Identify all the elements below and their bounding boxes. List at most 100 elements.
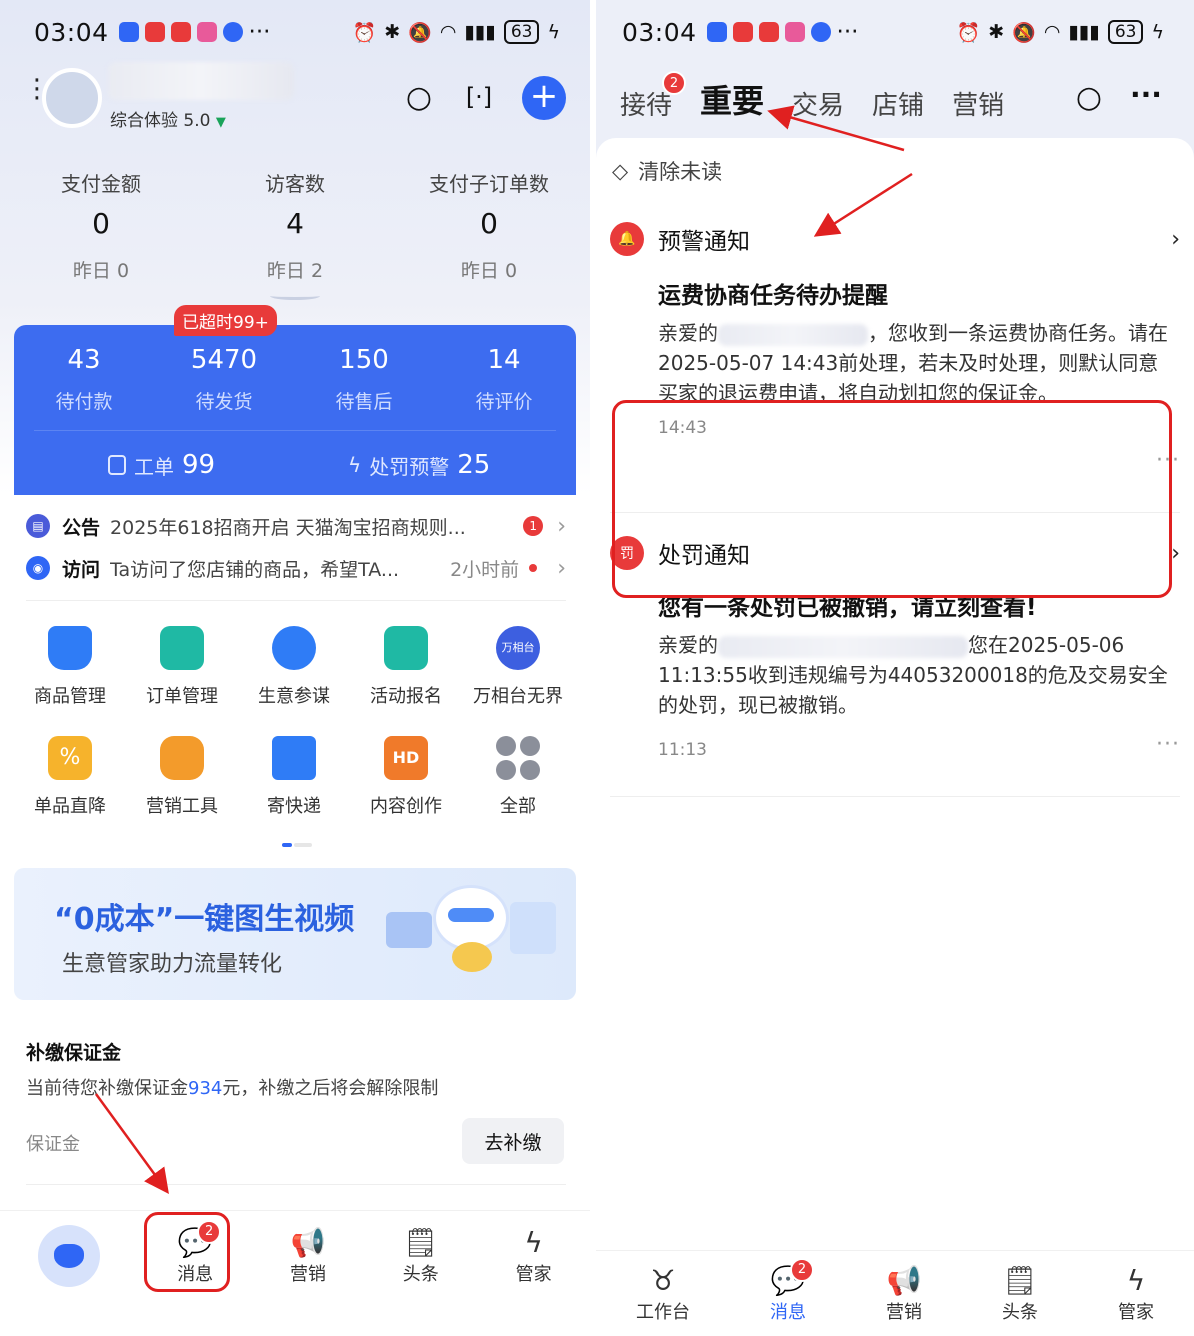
tool-marketing-tools[interactable]: 营销工具: [126, 736, 238, 818]
system-icons: ⏰ ✱ 🔕 ◠ ▮▮▮ 63 ϟ: [353, 20, 560, 44]
mascot-illustration: [376, 882, 556, 992]
signal-icon: ▮▮▮: [464, 21, 496, 43]
nav-workbench[interactable]: ♉ 工作台: [636, 1264, 690, 1324]
eye-icon: ◉: [26, 556, 50, 580]
bluetooth-icon: ✱: [384, 21, 401, 43]
notice-announcement[interactable]: ▤ 公告 2025年618招商开启 天猫淘宝招商规则... 1 ›: [26, 510, 566, 542]
scan-icon[interactable]: [·]: [456, 74, 502, 120]
workorder-entry[interactable]: 工单 99: [108, 450, 215, 480]
edit-form-icon: [384, 626, 428, 670]
tool-send-express[interactable]: 寄快递: [238, 736, 350, 818]
lightning-icon: ϟ: [524, 1225, 543, 1259]
tab-important[interactable]: 重要: [700, 76, 764, 122]
hd-video-icon: HD: [384, 736, 428, 780]
stat-pay-amount[interactable]: 支付金额 0 昨日 0: [6, 168, 196, 283]
bottom-navigation: ♉ 工作台 💬 消息 2 📢 营销 🗒 头条 ϟ 管家: [596, 1250, 1194, 1336]
system-icons: ⏰ ✱ 🔕 ◠ ▮▮▮ 63 ϟ: [957, 20, 1164, 44]
order-stat-pending-review[interactable]: 14 待评价: [434, 345, 574, 414]
banner-title: “0成本”一键图生视频: [54, 902, 355, 937]
nav-butler[interactable]: ϟ 管家: [516, 1226, 552, 1286]
notice-visit[interactable]: ◉ 访问 Ta访问了您店铺的商品，希望TA... 2小时前 ›: [26, 552, 566, 584]
tool-activity-signup[interactable]: 活动报名: [350, 626, 462, 708]
deposit-label: 保证金: [26, 1134, 80, 1155]
stat-sub-orders[interactable]: 支付子订单数 0 昨日 0: [394, 168, 584, 283]
redacted-name: [718, 635, 968, 658]
reception-badge: 2: [662, 71, 687, 95]
promo-banner[interactable]: “0成本”一键图生视频 生意管家助力流量转化: [14, 868, 576, 1000]
message-more-icon[interactable]: ···: [1156, 732, 1180, 757]
search-icon[interactable]: ○: [396, 74, 442, 120]
message-body: 亲爱的 您在2025-05-06 11:13:55收到违规编号为440532000…: [658, 633, 1168, 717]
hexagon-icon: [160, 736, 204, 780]
nav-messages[interactable]: 💬 消息 2: [770, 1257, 814, 1324]
order-stat-after-sale[interactable]: 150 待售后: [294, 345, 434, 414]
megaphone-icon: 📢: [290, 1225, 326, 1259]
divider: [26, 600, 566, 601]
chevron-right-icon: ›: [1171, 540, 1180, 566]
order-stat-pending-ship[interactable]: 5470 待发货: [154, 345, 294, 414]
nav-workbench[interactable]: [38, 1224, 101, 1287]
expand-chevron-icon[interactable]: [270, 292, 320, 300]
banner-subtitle: 生意管家助力流量转化: [62, 952, 283, 977]
add-button[interactable]: +: [522, 76, 566, 120]
announcement-icon: ▤: [26, 514, 50, 538]
screenshot-composite: 03:04 ··· ⏰ ✱ 🔕 ◠ ▮▮▮ 63 ϟ ⋮ 综合体验 5.0 ▼ …: [0, 0, 1194, 1336]
bottom-navigation: 💬 消息 2 📢 营销 🗒 头条 ϟ 管家: [0, 1210, 590, 1300]
bluetooth-icon: ✱: [988, 21, 1005, 43]
order-stat-pending-pay[interactable]: 43 待付款: [14, 345, 154, 414]
eraser-icon: ◇: [612, 159, 629, 183]
pay-deposit-button[interactable]: 去补缴: [462, 1118, 564, 1164]
clear-unread-button[interactable]: ◇ 清除未读: [612, 156, 722, 186]
nav-butler[interactable]: ϟ 管家: [1118, 1264, 1154, 1324]
wanxiangtai-icon: 万相台: [496, 626, 540, 670]
stat-visitors[interactable]: 访客数 4 昨日 2: [200, 168, 390, 283]
nav-marketing[interactable]: 📢 营销: [290, 1226, 326, 1286]
document-icon: 🗒: [1002, 1263, 1038, 1297]
mute-icon: 🔕: [408, 21, 432, 44]
tab-store[interactable]: 店铺: [872, 85, 924, 122]
message-badge: 2: [790, 1257, 814, 1282]
chevron-right-icon: ›: [557, 555, 566, 581]
search-icon[interactable]: ○: [1066, 74, 1112, 120]
alarm-icon: ⏰: [956, 21, 981, 44]
tool-wanxiangtai[interactable]: 万相台 万相台无界: [462, 626, 574, 708]
shop-avatar[interactable]: [42, 68, 102, 128]
tool-price-drop[interactable]: % 单品直降: [14, 736, 126, 818]
divider: [610, 796, 1180, 797]
tool-business-advisor[interactable]: 生意参谋: [238, 626, 350, 708]
message-category-header: 🔔 预警通知 ›: [610, 222, 1180, 256]
tool-content-creation[interactable]: HD 内容创作: [350, 736, 462, 818]
tool-all[interactable]: 全部: [462, 736, 574, 818]
status-time: 03:04: [622, 17, 697, 47]
lightning-icon: ϟ: [1126, 1263, 1146, 1297]
nav-headlines[interactable]: 🗒 头条: [403, 1226, 439, 1286]
charging-icon: ϟ: [547, 21, 560, 43]
chevron-right-icon: ›: [1171, 226, 1180, 252]
deposit-title: 补缴保证金: [26, 1042, 122, 1064]
compass-icon: [272, 626, 316, 670]
notification-icons: ···: [118, 19, 271, 45]
tab-reception[interactable]: 接待 2: [620, 71, 687, 122]
notification-icons: ···: [706, 19, 858, 45]
penalty-warning-entry[interactable]: ϟ 处罚预警 25: [348, 450, 490, 480]
battery-icon: 63: [503, 20, 540, 44]
tab-transactions[interactable]: 交易: [792, 85, 844, 122]
tool-order-management[interactable]: 订单管理: [126, 626, 238, 708]
lightning-icon: ϟ: [348, 453, 362, 477]
nav-headlines[interactable]: 🗒 头条: [1002, 1264, 1038, 1324]
rating-label[interactable]: 综合体验 5.0 ▼: [110, 106, 226, 131]
nav-marketing[interactable]: 📢 营销: [886, 1264, 922, 1324]
parcel-box-icon: [272, 736, 316, 780]
message-list: ◇ 清除未读 🔔 预警通知 › 运费协商任务待办提醒 亲爱的 ，您收到一条运费协商…: [596, 138, 1194, 1250]
wifi-icon: ◠: [1043, 21, 1061, 43]
deposit-description: 当前待您补缴保证金934元，补缴之后将会解除限制: [26, 1078, 439, 1099]
more-notifications-icon: ···: [248, 19, 271, 45]
tab-marketing[interactable]: 营销: [952, 85, 1004, 122]
more-options-icon[interactable]: ···: [1130, 78, 1162, 111]
signal-icon: ▮▮▮: [1068, 21, 1100, 43]
document-icon: 🗒: [403, 1225, 439, 1259]
message-time: 11:13: [658, 740, 707, 760]
card-divider: [34, 430, 556, 431]
percent-icon: %: [48, 736, 92, 780]
tool-product-management[interactable]: 商品管理: [14, 626, 126, 708]
